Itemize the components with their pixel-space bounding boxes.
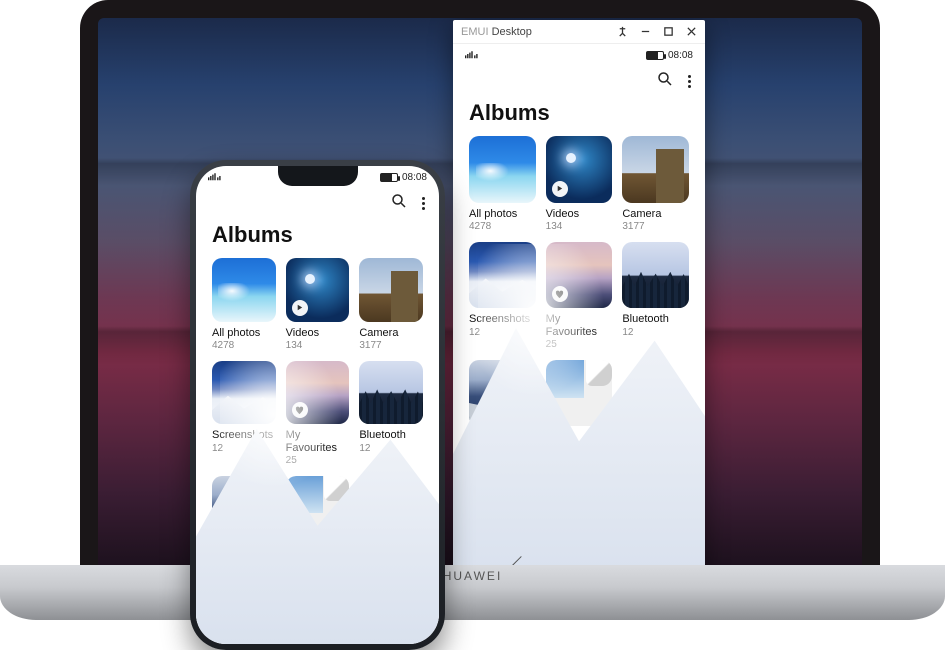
- close-button[interactable]: [686, 26, 697, 37]
- album-label: All photos: [469, 208, 536, 220]
- battery-icon: [380, 173, 398, 182]
- album-item[interactable]: All photos4278: [212, 258, 276, 351]
- album-count: 3177: [622, 221, 689, 232]
- album-thumb[interactable]: [469, 136, 536, 203]
- album-count: 12: [622, 327, 689, 338]
- content-scroll: All photos4278Videos134Camera3177Screens…: [196, 258, 439, 596]
- album-count: 134: [546, 221, 613, 232]
- minimize-button[interactable]: [640, 26, 651, 37]
- emui-title-text: Desktop: [492, 26, 532, 38]
- album-count: 3177: [359, 340, 423, 351]
- pin-icon[interactable]: [617, 26, 628, 37]
- emui-title: EMUI Desktop: [461, 26, 532, 38]
- top-actions: [453, 66, 705, 96]
- stage: EMUI Desktop 08:08: [0, 0, 945, 650]
- album-item[interactable]: Camera3177: [359, 258, 423, 351]
- laptop-base: HUAWEI: [0, 565, 945, 620]
- phone-screen: 08:08 Albums All photos4278Videos134Came…: [196, 166, 439, 644]
- search-icon[interactable]: [390, 192, 408, 215]
- album-count: 4278: [212, 340, 276, 351]
- album-thumb[interactable]: [622, 136, 689, 203]
- album-thumb[interactable]: [286, 258, 350, 322]
- album-label: Bluetooth: [359, 429, 423, 441]
- album-item[interactable]: Camera3177: [622, 136, 689, 232]
- album-label: Videos: [286, 327, 350, 339]
- phone-frame: 08:08 Albums All photos4278Videos134Came…: [190, 160, 445, 650]
- phone-notch: [278, 166, 358, 186]
- album-count: 134: [286, 340, 350, 351]
- album-item[interactable]: Videos134: [546, 136, 613, 232]
- album-thumb[interactable]: [546, 136, 613, 203]
- album-item[interactable]: Bluetooth 12: [622, 242, 689, 350]
- play-badge-icon: [552, 181, 568, 197]
- album-count: 4278: [469, 221, 536, 232]
- emui-titlebar: EMUI Desktop: [453, 20, 705, 44]
- album-label: All photos: [212, 327, 276, 339]
- more-icon[interactable]: [688, 75, 691, 88]
- album-label: Videos: [546, 208, 613, 220]
- signal-icon: [208, 171, 222, 184]
- emui-desktop-window: EMUI Desktop 08:08: [453, 20, 705, 578]
- album-label: Camera: [622, 208, 689, 220]
- album-item[interactable]: Videos134: [286, 258, 350, 351]
- signal-icon: [465, 49, 479, 62]
- maximize-button[interactable]: [663, 26, 674, 37]
- play-badge-icon: [292, 300, 308, 316]
- clock: 08:08: [402, 172, 427, 183]
- album-label: Bluetooth: [622, 313, 689, 325]
- album-label: Camera: [359, 327, 423, 339]
- emui-app-name: EMUI: [461, 26, 489, 38]
- status-bar: 08:08: [453, 44, 705, 66]
- top-actions: [196, 188, 439, 218]
- more-icon[interactable]: [422, 197, 425, 210]
- clock: 08:08: [668, 50, 693, 61]
- album-thumb[interactable]: [622, 242, 689, 309]
- album-thumb[interactable]: [359, 258, 423, 322]
- album-thumb[interactable]: [359, 361, 423, 425]
- album-item[interactable]: All photos4278: [469, 136, 536, 232]
- content-scroll: All photos4278Videos134Camera3177Screens…: [453, 136, 705, 502]
- search-icon[interactable]: [656, 70, 674, 93]
- page-title: Albums: [453, 96, 705, 136]
- battery-icon: [646, 51, 664, 60]
- laptop-brand: HUAWEI: [443, 569, 503, 583]
- album-thumb[interactable]: [212, 258, 276, 322]
- page-title: Albums: [196, 218, 439, 258]
